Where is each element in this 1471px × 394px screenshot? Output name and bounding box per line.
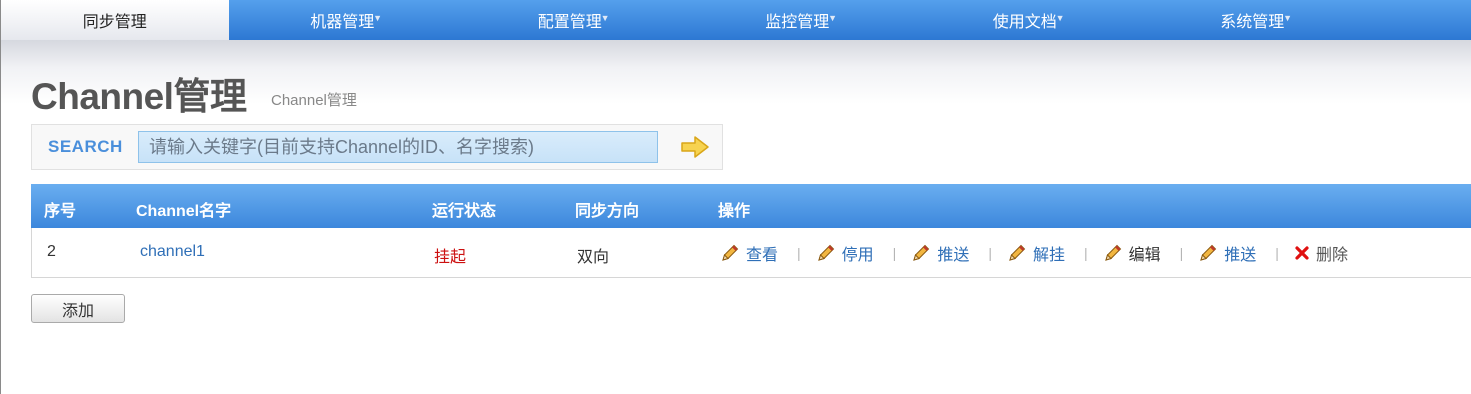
page-subtitle: Channel管理 [271,92,357,109]
push-action-2[interactable]: 推送 [1198,241,1256,265]
push-label: 推送 [1224,247,1257,264]
divider: | [1275,245,1279,261]
nav-item-label: 配置管理 [537,14,602,31]
pencil-icon [722,244,739,261]
chevron-down-icon: ▼ [828,13,837,23]
view-action[interactable]: 查看 [720,241,778,265]
chevron-down-icon: ▼ [600,13,610,23]
add-button[interactable]: 添加 [31,294,125,323]
pencil-icon [1104,244,1121,261]
divider: | [988,245,992,261]
divider: | [797,245,801,261]
nav-item-config[interactable]: 配置管理 ▼ [456,0,684,40]
column-header-id: 序号 [44,203,77,220]
close-icon [1295,246,1309,260]
nav-item-label: 使用文档 [992,14,1057,31]
pencil-icon [817,244,834,261]
divider: | [892,245,897,261]
nav-item-docs[interactable]: 使用文档 ▼ [911,0,1139,40]
search-input[interactable] [138,131,658,163]
nav-item-label: 同步管理 [82,14,147,31]
top-nav: 同步管理 机器管理 ▼ 配置管理 ▼ 监控管理 ▼ 使用文档 ▼ 系统管理 ▼ [1,0,1471,40]
column-header-name: Channel名字 [136,203,232,220]
column-header-actions: 操作 [718,203,751,220]
edit-label: 编辑 [1128,247,1161,264]
column-header-status: 运行状态 [432,203,497,220]
pencil-icon [913,244,930,261]
nav-item-machines[interactable]: 机器管理 ▼ [229,0,457,40]
status-badge: 挂起 [434,249,467,266]
delete-action[interactable]: 删除 [1294,241,1348,265]
table-row: 2 channel1 挂起 双向 查看 | 停用 | 推送 | 解挂 | 编辑 … [31,228,1471,278]
cell-direction: 双向 [577,249,610,266]
page-title: Channel管理 [31,76,247,117]
nav-item-label: 监控管理 [765,14,830,31]
nav-item-label: 机器管理 [310,14,375,31]
row-actions: 查看 | 停用 | 推送 | 解挂 | 编辑 | 推送 | 删除 [720,241,1348,265]
view-label: 查看 [746,247,779,264]
disable-label: 停用 [841,247,874,264]
resume-label: 解挂 [1032,247,1065,264]
arrow-right-icon[interactable] [680,135,710,159]
table-header: 序号 Channel名字 运行状态 同步方向 操作 [31,184,1471,228]
search-label: SEARCH [48,137,123,156]
push-action[interactable]: 推送 [911,241,969,265]
channel-table: 序号 Channel名字 运行状态 同步方向 操作 2 channel1 挂起 … [31,184,1471,278]
nav-item-monitor[interactable]: 监控管理 ▼ [684,0,912,40]
divider: | [1083,245,1088,261]
chevron-down-icon: ▼ [373,13,382,23]
cell-id: 2 [47,243,56,260]
divider: | [1179,245,1184,261]
nav-item-label: 系统管理 [1220,14,1285,31]
delete-label: 删除 [1315,247,1348,264]
column-header-direction: 同步方向 [575,203,640,220]
disable-action[interactable]: 停用 [816,241,874,265]
channel-name-link[interactable]: channel1 [140,243,205,261]
app-frame: 同步管理 机器管理 ▼ 配置管理 ▼ 监控管理 ▼ 使用文档 ▼ 系统管理 ▼ Chann… [0,0,1471,394]
pencil-icon [1200,244,1217,261]
chevron-down-icon: ▼ [1055,13,1065,23]
edit-action[interactable]: 编辑 [1103,241,1161,265]
pencil-icon [1009,244,1026,261]
nav-item-sync[interactable]: 同步管理 [1,0,229,40]
nav-item-system[interactable]: 系统管理 ▼ [1139,0,1367,40]
push-label: 推送 [937,247,970,264]
resume-action[interactable]: 解挂 [1007,241,1065,265]
search-bar: SEARCH [31,124,723,170]
chevron-down-icon: ▼ [1283,13,1292,23]
